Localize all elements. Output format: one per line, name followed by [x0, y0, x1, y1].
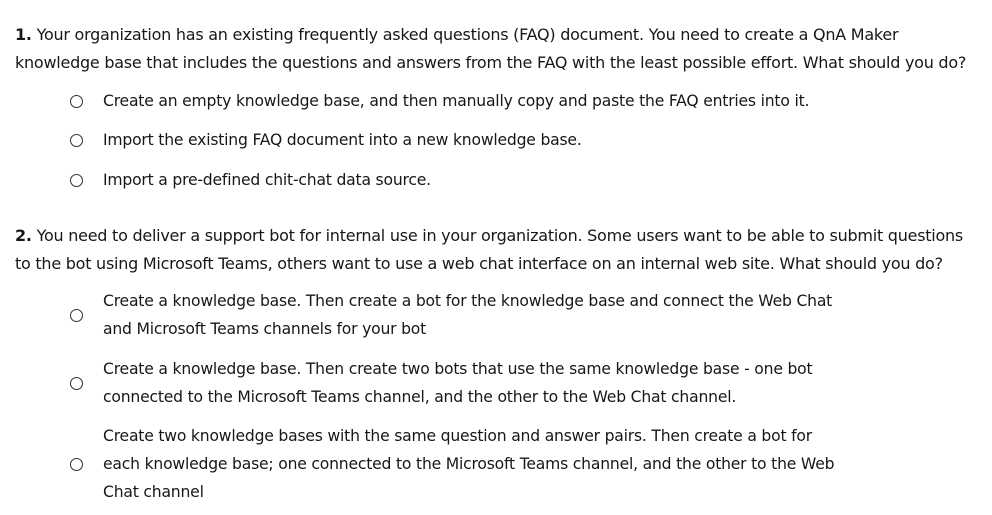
question-1-option-2[interactable]: Import the existing FAQ document into a …	[70, 126, 850, 154]
question-2-body: You need to deliver a support bot for in…	[15, 226, 964, 273]
question-2-option-3[interactable]: Create two knowledge bases with the same…	[70, 422, 850, 506]
question-2-text: 2. You need to deliver a support bot for…	[15, 222, 975, 278]
radio-button-icon[interactable]	[70, 308, 83, 322]
question-1-option-3[interactable]: Import a pre-defined chit-chat data sour…	[70, 166, 850, 194]
question-2-option-1[interactable]: Create a knowledge base. Then create a b…	[70, 287, 850, 343]
radio-button-icon[interactable]	[70, 133, 83, 147]
radio-button-icon[interactable]	[70, 173, 83, 187]
question-2-option-2[interactable]: Create a knowledge base. Then create two…	[70, 355, 850, 411]
radio-button-icon[interactable]	[70, 376, 83, 390]
question-1: 1. Your organization has an existing fre…	[15, 21, 975, 77]
question-1-text: 1. Your organization has an existing fre…	[15, 21, 975, 77]
option-label: Create an empty knowledge base, and then…	[103, 92, 810, 110]
option-label: Create a knowledge base. Then create two…	[103, 360, 813, 406]
option-label: Import a pre-defined chit-chat data sour…	[103, 171, 431, 189]
question-1-number: 1.	[15, 25, 32, 44]
quiz-page: 1. Your organization has an existing fre…	[0, 0, 992, 515]
question-1-body: Your organization has an existing freque…	[15, 25, 967, 72]
option-label: Create a knowledge base. Then create a b…	[103, 292, 833, 338]
radio-button-icon[interactable]	[70, 457, 83, 471]
option-label: Import the existing FAQ document into a …	[103, 131, 582, 149]
radio-button-icon[interactable]	[70, 94, 83, 108]
question-1-option-1[interactable]: Create an empty knowledge base, and then…	[70, 87, 850, 115]
question-2-number: 2.	[15, 226, 32, 245]
option-label: Create two knowledge bases with the same…	[103, 427, 835, 501]
question-2: 2. You need to deliver a support bot for…	[15, 222, 975, 278]
